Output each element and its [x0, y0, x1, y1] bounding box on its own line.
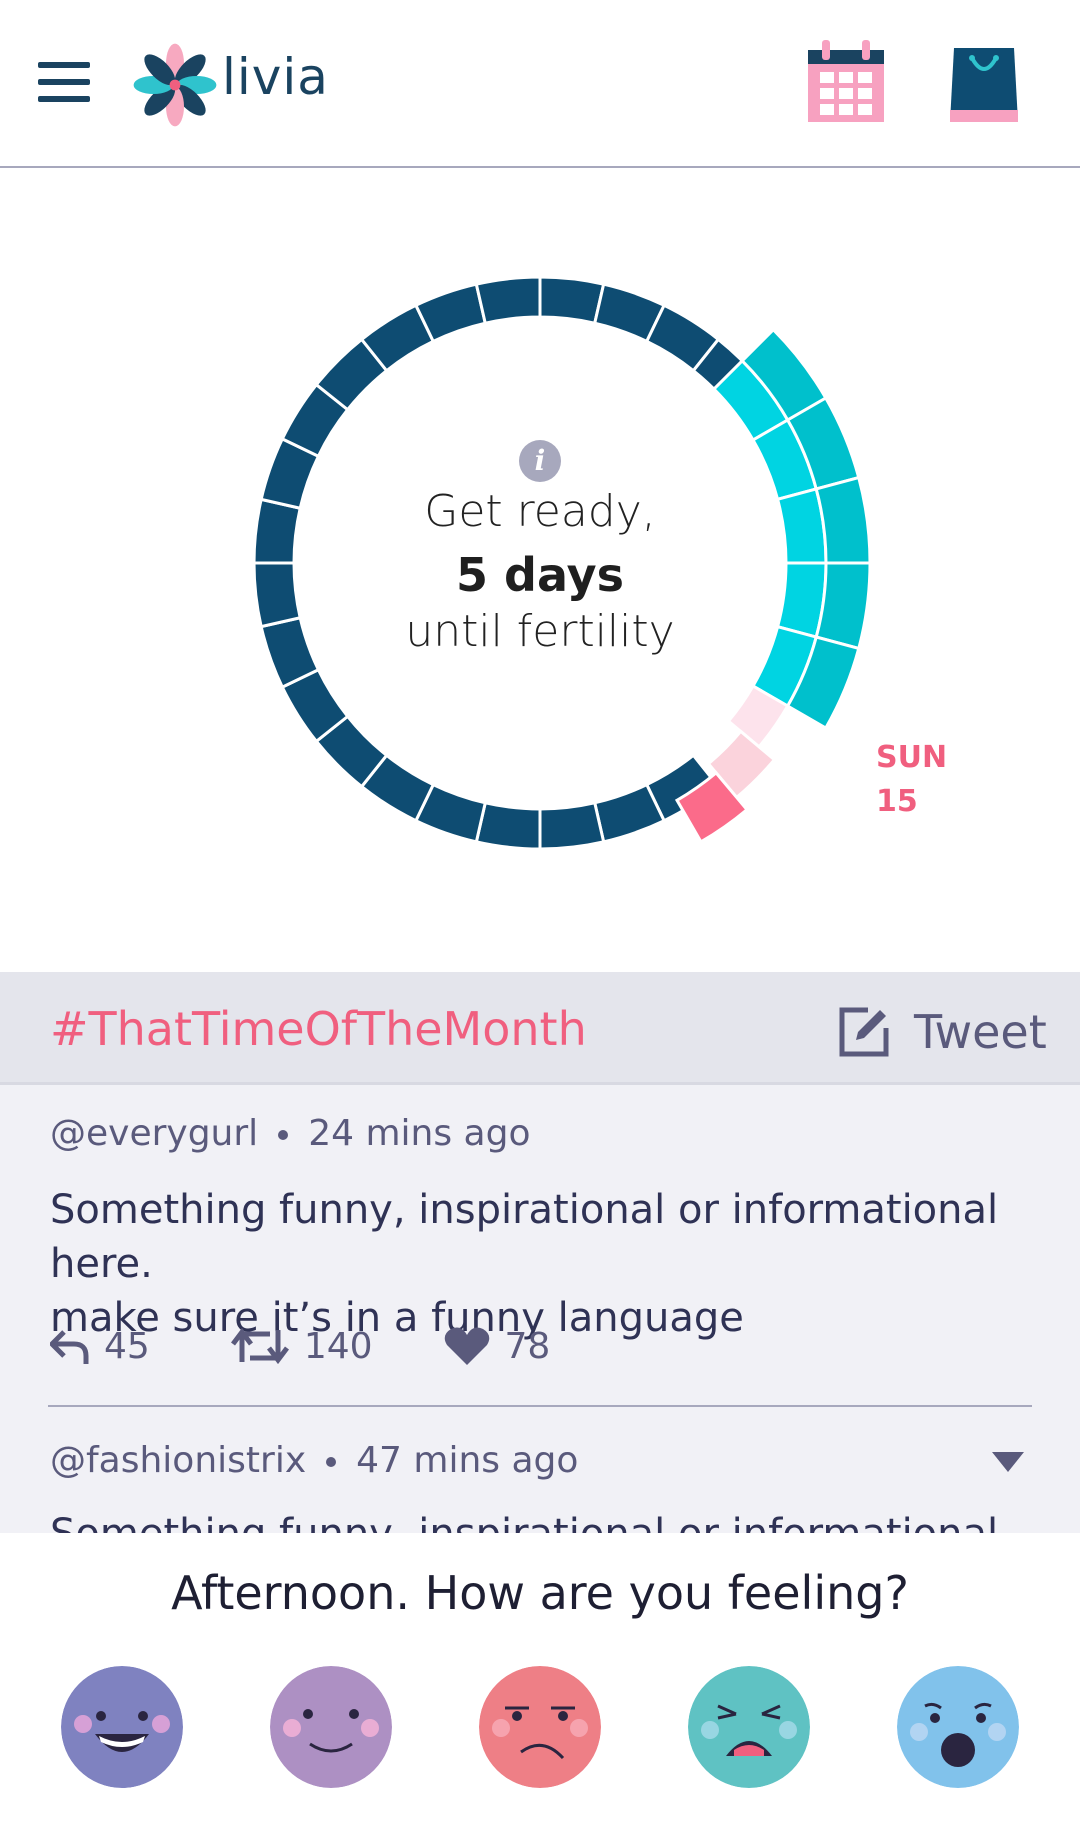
happy-face-icon[interactable] — [61, 1666, 183, 1788]
brand-name: livia — [222, 48, 329, 106]
today-marker-date: 15 — [876, 784, 918, 819]
tweet-button[interactable]: Tweet — [838, 1002, 1047, 1062]
annoyed-face-icon[interactable] — [479, 1666, 601, 1788]
post-actions: 45 140 78 — [50, 1321, 620, 1371]
content-face-icon[interactable] — [270, 1666, 392, 1788]
cycle-day-segment — [252, 497, 302, 565]
calendar-icon[interactable] — [808, 40, 884, 122]
separator-dot-icon — [278, 1130, 289, 1140]
cycle-day-segment — [538, 801, 606, 851]
twitter-feed[interactable]: @everygurl 24 mins ago Something funny, i… — [0, 1085, 1080, 1533]
post-text-line1: Something funny, inspirational or inform… — [50, 1187, 999, 1287]
cycle-day-segment — [538, 275, 606, 325]
reply-button[interactable]: 45 — [50, 1326, 150, 1367]
fertile-day-outer-segment — [814, 475, 872, 565]
livia-logo-icon — [133, 43, 217, 127]
retweet-count: 140 — [303, 1325, 373, 1367]
like-button[interactable]: 78 — [443, 1325, 551, 1367]
retweet-icon — [230, 1327, 289, 1365]
heart-icon — [444, 1327, 489, 1365]
reply-icon — [50, 1330, 89, 1364]
cycle-status-line1: Get ready, — [424, 486, 656, 537]
app-header: livia — [0, 0, 1080, 168]
post-meta: @everygurl 24 mins ago — [50, 1113, 530, 1154]
expand-caret-icon[interactable] — [992, 1452, 1024, 1472]
post-divider — [48, 1405, 1032, 1407]
mood-panel: Afternoon. How are you feeling? — [0, 1533, 1080, 1844]
fertile-day-outer-segment — [814, 561, 872, 651]
hashtag-title[interactable]: #ThatTimeOfTheMonth — [50, 1002, 587, 1056]
today-marker-label: SUN 15 — [876, 736, 947, 824]
hamburger-menu-icon[interactable] — [38, 60, 90, 104]
like-count: 78 — [504, 1325, 551, 1367]
shopping-bag-icon[interactable] — [950, 44, 1018, 122]
tweet-button-label: Tweet — [914, 1005, 1047, 1059]
separator-dot-icon — [326, 1457, 337, 1467]
post-time: 24 mins ago — [308, 1113, 531, 1154]
cycle-status-line3: until fertility — [405, 606, 675, 657]
cycle-day-segment — [474, 275, 542, 325]
info-icon[interactable]: i — [519, 440, 561, 482]
retweet-button[interactable]: 140 — [230, 1326, 373, 1367]
shocked-face-icon[interactable] — [897, 1666, 1019, 1788]
post-text-line1: Something funny, inspirational or inform… — [50, 1507, 1030, 1533]
post-time: 47 mins ago — [356, 1440, 579, 1481]
post-handle[interactable]: @fashionistrix — [50, 1440, 306, 1481]
cycle-day-segment — [474, 801, 542, 851]
cycle-days-count: 5 days — [456, 548, 624, 602]
reply-count: 45 — [104, 1325, 150, 1367]
cycle-day-segment — [252, 561, 302, 629]
post-meta: @fashionistrix 47 mins ago — [50, 1440, 578, 1481]
today-marker-day: SUN — [876, 740, 948, 775]
post-handle[interactable]: @everygurl — [50, 1113, 258, 1154]
mood-question: Afternoon. How are you feeling? — [171, 1566, 909, 1620]
compose-icon — [839, 1007, 889, 1057]
distressed-face-icon[interactable] — [688, 1666, 810, 1788]
